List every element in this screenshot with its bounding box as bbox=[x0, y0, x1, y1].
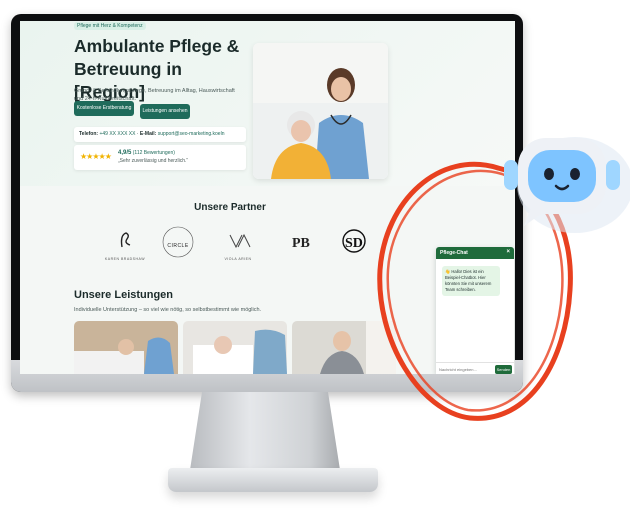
monitor-stand bbox=[190, 392, 340, 470]
partner-logos: KAREN BRADSHAW CIRCLE VIOLA ARIEN PB PB … bbox=[100, 225, 390, 265]
care-bed-photo bbox=[74, 321, 178, 374]
website-screen: Pflege mit Herz & Kompetenz Ambulante Pf… bbox=[20, 21, 515, 374]
star-rating-icon: ★★★★★ bbox=[80, 152, 112, 161]
rating-quote: „Sehr zuverlässig und herzlich.“ bbox=[118, 158, 189, 164]
partner-logo[interactable]: CIRCLE bbox=[156, 225, 200, 265]
email-link[interactable]: support@seo-marketing.koeln bbox=[158, 131, 225, 137]
partner-logo[interactable]: VIOLA ARIEN bbox=[216, 225, 260, 265]
view-services-button[interactable]: Leistungen ansehen bbox=[140, 104, 190, 119]
service-card-image[interactable] bbox=[74, 321, 178, 374]
hero-section: Pflege mit Herz & Kompetenz Ambulante Pf… bbox=[20, 21, 515, 186]
send-button[interactable]: Senden bbox=[495, 364, 512, 374]
chat-header: Pflege-Chat × bbox=[436, 247, 514, 259]
partners-heading: Unsere Partner bbox=[194, 202, 266, 213]
svg-text:PB: PB bbox=[292, 236, 310, 251]
chat-message-input[interactable] bbox=[439, 365, 491, 373]
partner-logo[interactable]: PB PB bbox=[284, 225, 314, 265]
chat-message: 👋 Hallo! Dies ist ein Beispiel-Chatbot. … bbox=[442, 266, 500, 296]
service-card-image[interactable] bbox=[183, 321, 287, 374]
va-monogram-icon bbox=[229, 233, 251, 249]
swan-logo-icon bbox=[120, 232, 131, 248]
partner-logo[interactable]: SD SD bbox=[336, 225, 372, 265]
sd-monogram-icon: SD bbox=[342, 229, 366, 253]
free-consultation-button[interactable]: Kostenlose Erstberatung bbox=[74, 101, 134, 116]
chat-widget: Pflege-Chat × 👋 Hallo! Dies ist ein Beis… bbox=[436, 247, 514, 374]
phone-link[interactable]: +49 XX XXX XX bbox=[99, 131, 135, 137]
contact-card: Telefon: +49 XX XXX XX · E-Mail: support… bbox=[74, 127, 246, 142]
close-icon[interactable]: × bbox=[506, 249, 510, 255]
email-label: E-Mail: bbox=[139, 131, 157, 137]
household-help-photo bbox=[292, 321, 396, 374]
svg-text:SD: SD bbox=[345, 236, 363, 251]
services-heading: Unsere Leistungen bbox=[74, 289, 174, 301]
chat-input-row: Senden bbox=[436, 362, 514, 374]
rating-score: 4,9/5 (112 Bewertungen) bbox=[118, 150, 175, 156]
caregiver-photo-illustration bbox=[253, 43, 388, 179]
hero-tag: Pflege mit Herz & Kompetenz bbox=[74, 22, 146, 30]
service-card-image[interactable] bbox=[292, 321, 396, 374]
medical-care-photo bbox=[183, 321, 287, 374]
monitor-stand-base bbox=[168, 468, 378, 492]
services-subtitle: Individuelle Unterstützung – so viel wie… bbox=[74, 307, 262, 313]
partner-logo[interactable]: KAREN BRADSHAW bbox=[100, 225, 150, 265]
pb-monogram-icon: PB bbox=[292, 236, 310, 251]
hero-photo bbox=[253, 43, 388, 179]
marketing-mockup: Pflege mit Herz & Kompetenz Ambulante Pf… bbox=[0, 0, 630, 513]
chat-title: Pflege-Chat bbox=[440, 250, 468, 256]
rating-card: ★★★★★ 4,9/5 (112 Bewertungen) „Sehr zuve… bbox=[74, 145, 246, 170]
phone-label: Telefon: bbox=[79, 131, 99, 137]
